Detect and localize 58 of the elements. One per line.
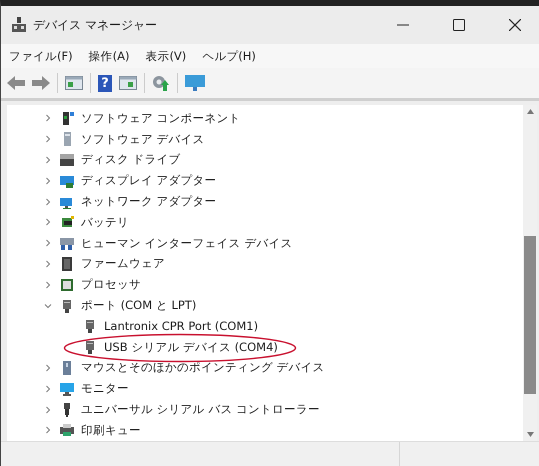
chip-icon — [60, 111, 74, 126]
tree-item[interactable]: ソフトウェア コンポーネント — [81, 110, 241, 126]
tree-item[interactable]: バッテリ — [81, 214, 129, 230]
battery-icon — [60, 215, 74, 230]
tree-item[interactable]: ネットワーク アダプター — [81, 194, 217, 210]
port-icon — [60, 298, 74, 313]
scroll-up-icon[interactable] — [526, 109, 534, 114]
tree-item[interactable]: 印刷キュー — [81, 422, 141, 438]
panel-icon[interactable] — [65, 76, 83, 90]
expand-chevron-icon[interactable] — [44, 218, 52, 226]
drive-icon — [60, 152, 74, 167]
printer-icon — [60, 423, 74, 438]
maximize-icon[interactable] — [453, 19, 465, 31]
keyboard-icon — [60, 236, 74, 250]
expand-chevron-icon[interactable] — [44, 280, 52, 289]
tree-item[interactable]: ソフトウェア デバイス — [81, 132, 205, 147]
tree-item[interactable]: ヒューマン インターフェイス デバイス — [81, 236, 292, 251]
expand-chevron-icon[interactable] — [44, 364, 52, 372]
menu-item[interactable]: 操作(A) — [88, 48, 130, 64]
monitor-icon[interactable] — [185, 75, 205, 91]
port-icon — [83, 340, 97, 354]
expand-chevron-icon[interactable] — [44, 426, 52, 434]
menu-item[interactable]: ファイル(F) — [9, 48, 73, 64]
help-button[interactable]: ? — [98, 74, 112, 92]
tree-item[interactable]: モニター — [81, 381, 129, 396]
processor-icon — [60, 278, 74, 292]
tree-item[interactable]: ユニバーサル シリアル バス コントローラー — [81, 402, 320, 418]
chip-icon — [60, 256, 74, 271]
menu-item[interactable]: 表示(V) — [145, 48, 186, 64]
tree-item[interactable]: ディスプレイ アダプター — [81, 173, 217, 188]
expand-chevron-icon[interactable] — [44, 406, 52, 414]
display-icon — [60, 174, 74, 188]
expand-chevron-icon[interactable] — [44, 260, 52, 268]
expand-chevron-icon[interactable] — [44, 239, 52, 248]
tree-item[interactable]: マウスとそのほかのポインティング デバイス — [81, 360, 325, 376]
expand-chevron-icon[interactable] — [44, 384, 52, 393]
expand-chevron-icon[interactable] — [44, 156, 52, 164]
expand-chevron-icon[interactable] — [44, 135, 52, 144]
close-icon[interactable] — [509, 19, 521, 31]
window-title: デバイス マネージャー — [33, 16, 157, 34]
scroll-down-icon[interactable] — [526, 432, 534, 437]
panel-icon[interactable] — [119, 76, 137, 90]
gear-update-icon[interactable] — [152, 75, 170, 91]
tree-item[interactable]: ディスク ドライブ — [81, 152, 181, 168]
tree-item[interactable]: Lantronix CPR Port (COM1) — [104, 319, 258, 334]
mouse-icon — [60, 360, 74, 375]
expand-chevron-icon[interactable] — [44, 114, 52, 122]
collapse-chevron-icon[interactable] — [44, 302, 52, 310]
expand-chevron-icon[interactable] — [44, 176, 52, 185]
tree-item[interactable]: ポート (COM と LPT) — [81, 298, 196, 314]
scrollbar-thumb[interactable] — [524, 236, 536, 394]
port-icon — [83, 319, 97, 334]
monitor-icon — [60, 382, 74, 396]
tree-item[interactable]: プロセッサ — [81, 277, 141, 292]
tree-item[interactable]: ファームウェア — [81, 256, 165, 272]
expand-chevron-icon[interactable] — [44, 198, 52, 206]
device-manager-icon — [11, 17, 27, 33]
menu-item[interactable]: ヘルプ(H) — [202, 48, 256, 64]
